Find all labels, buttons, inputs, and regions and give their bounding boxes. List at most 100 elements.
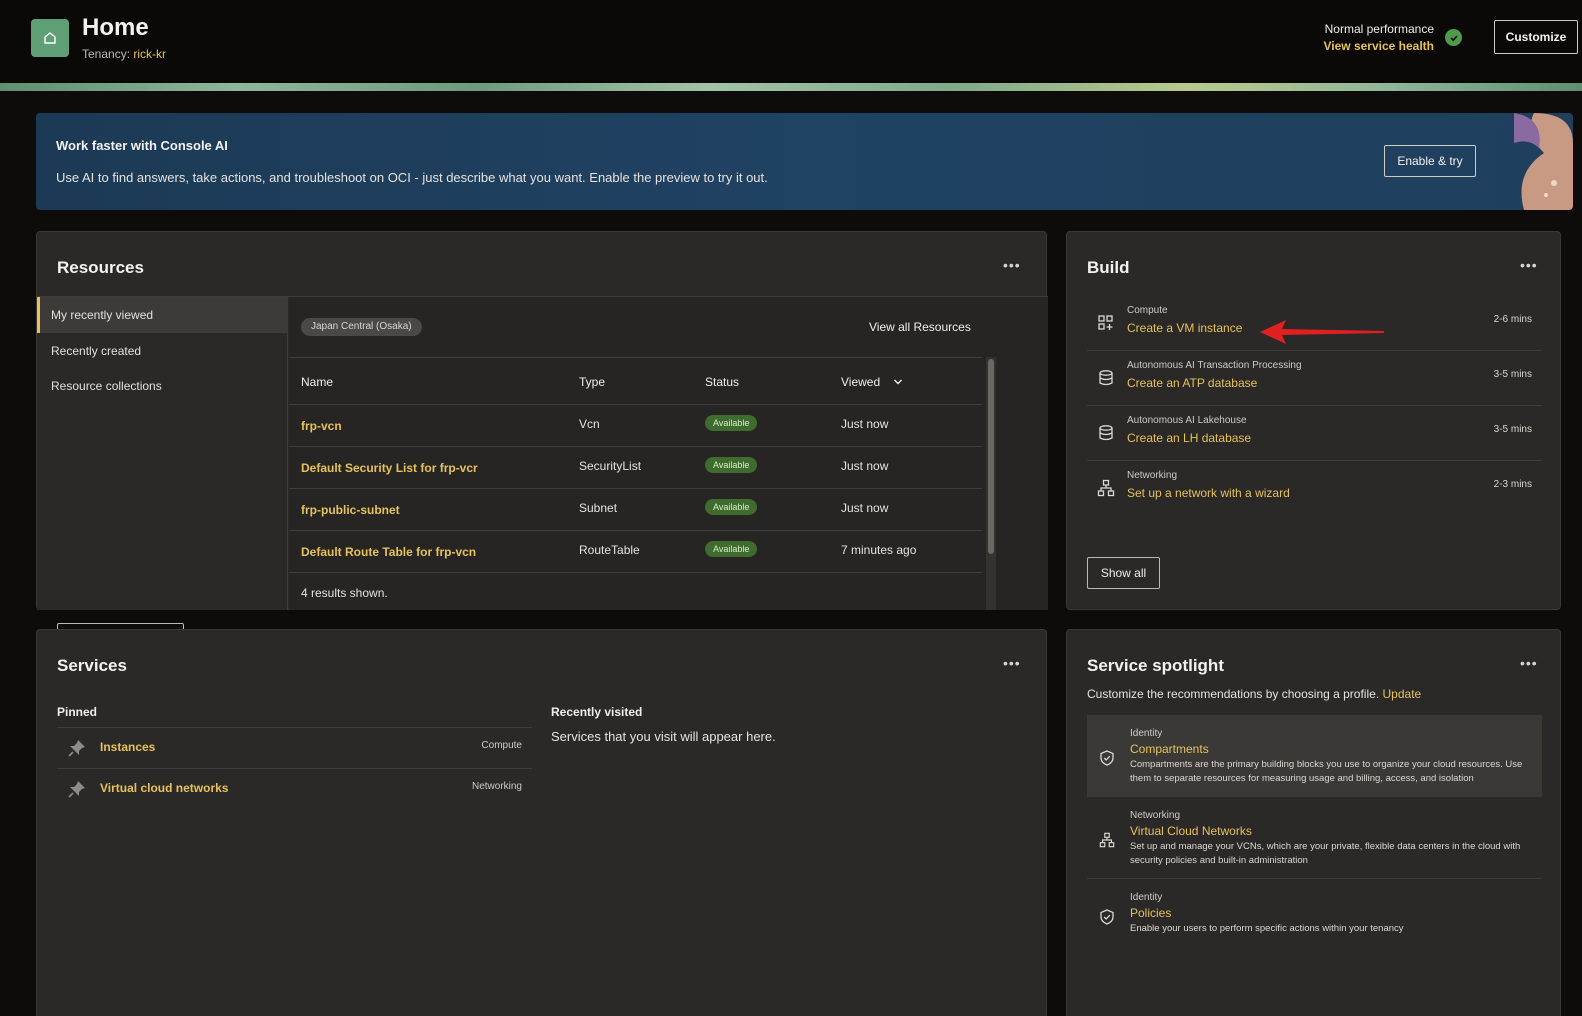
create-atp-link[interactable]: Create an ATP database	[1127, 376, 1257, 390]
more-options-icon[interactable]: •••	[1520, 655, 1538, 671]
customize-button[interactable]: Customize	[1494, 20, 1578, 54]
table-row: frp-public-subnet Subnet Available Just …	[289, 489, 982, 531]
more-options-icon[interactable]: •••	[1003, 257, 1021, 273]
column-type[interactable]: Type	[579, 375, 605, 389]
service-category: Networking	[471, 781, 522, 792]
build-title: Build	[1087, 258, 1130, 277]
enable-try-button[interactable]: Enable & try	[1384, 145, 1476, 177]
spotlight-category: Identity	[1130, 892, 1163, 903]
build-item-lakehouse[interactable]: Autonomous AI Lakehouse Create an LH dat…	[1087, 406, 1542, 461]
resources-title: Resources	[57, 258, 144, 277]
more-options-icon[interactable]: •••	[1520, 257, 1538, 273]
build-category: Autonomous AI Transaction Processing	[1127, 360, 1302, 371]
viewed-time: 7 minutes ago	[841, 543, 917, 557]
pin-icon[interactable]	[68, 739, 86, 757]
recently-visited-label: Recently visited	[551, 705, 643, 719]
scrollbar-thumb[interactable]	[988, 359, 994, 554]
service-name-link[interactable]: Virtual cloud networks	[100, 781, 228, 795]
spotlight-description: Set up and manage your VCNs, which are y…	[1130, 841, 1521, 866]
banner-illustration	[1514, 113, 1573, 210]
tenancy-info: Tenancy: rick-kr	[82, 47, 167, 61]
build-time: 3-5 mins	[1493, 424, 1532, 435]
spotlight-category: Networking	[1130, 810, 1181, 821]
tab-resource-collections[interactable]: Resource collections	[37, 368, 288, 404]
resource-type: SecurityList	[579, 459, 642, 473]
pinned-service-item[interactable]: Instances Compute	[57, 727, 532, 768]
column-status[interactable]: Status	[705, 375, 739, 389]
spotlight-description: Enable your users to perform specific ac…	[1130, 923, 1404, 934]
check-circle-icon	[1445, 29, 1462, 46]
pin-icon[interactable]	[68, 780, 86, 798]
compute-icon	[1098, 315, 1113, 330]
create-lh-link[interactable]: Create an LH database	[1127, 431, 1251, 445]
build-time: 2-3 mins	[1493, 479, 1532, 490]
pinned-service-item[interactable]: Virtual cloud networks Networking	[57, 768, 532, 809]
tab-recently-created[interactable]: Recently created	[37, 333, 288, 369]
resource-name-link[interactable]: frp-public-subnet	[301, 503, 400, 517]
home-icon	[31, 19, 69, 57]
services-card: Services ••• Pinned Instances Compute Vi…	[36, 629, 1047, 1016]
database-icon	[1099, 425, 1113, 441]
spotlight-category: Identity	[1130, 728, 1163, 739]
table-row: Default Security List for frp-vcr Securi…	[289, 447, 982, 489]
column-name[interactable]: Name	[301, 375, 333, 389]
view-service-health-link[interactable]: View service health	[1323, 38, 1434, 55]
network-icon	[1099, 832, 1115, 848]
database-icon	[1099, 370, 1113, 386]
spotlight-subtitle: Customize the recommendations by choosin…	[1087, 687, 1422, 701]
status-badge: Available	[705, 415, 758, 431]
build-category: Networking	[1127, 470, 1178, 481]
resources-tabs: My recently viewed Recently created Reso…	[37, 297, 288, 655]
annotation-arrow-icon	[1260, 320, 1384, 344]
table-row: frp-vcn Vcn Available Just now	[289, 405, 982, 447]
console-ai-banner: Work faster with Console AI Use AI to fi…	[36, 113, 1573, 210]
service-health: Normal performance View service health	[1323, 21, 1434, 55]
service-name-link[interactable]: Instances	[100, 740, 155, 754]
spotlight-description: Compartments are the primary building bl…	[1130, 759, 1523, 784]
resource-type: Subnet	[579, 501, 618, 515]
table-header: Name Type Status Viewed	[289, 357, 982, 405]
chevron-down-icon[interactable]	[893, 377, 903, 387]
spotlight-card: Service spotlight ••• Customize the reco…	[1066, 629, 1561, 1016]
column-viewed[interactable]: Viewed	[841, 375, 880, 389]
policies-link[interactable]: Policies	[1130, 906, 1171, 920]
region-chip[interactable]: Japan Central (Osaka)	[301, 318, 422, 336]
decorative-banner	[0, 83, 1582, 91]
vcn-link[interactable]: Virtual Cloud Networks	[1130, 824, 1252, 838]
shield-icon	[1100, 750, 1114, 766]
show-all-button[interactable]: Show all	[1087, 557, 1160, 589]
build-time: 2-6 mins	[1493, 314, 1532, 325]
tenancy-value: rick-kr	[133, 47, 167, 61]
resource-name-link[interactable]: Default Security List for frp-vcr	[301, 461, 478, 475]
status-badge: Available	[705, 541, 758, 557]
page-title: Home	[82, 14, 149, 41]
services-title: Services	[57, 656, 127, 675]
banner-description: Use AI to find answers, take actions, an…	[56, 170, 768, 185]
resources-table-area: Japan Central (Osaka) View all Resources…	[289, 297, 1048, 610]
banner-title: Work faster with Console AI	[56, 138, 228, 153]
resource-name-link[interactable]: frp-vcn	[301, 419, 342, 433]
spotlight-item-vcn[interactable]: Networking Virtual Cloud Networks Set up…	[1087, 797, 1542, 879]
resource-name-link[interactable]: Default Route Table for frp-vcn	[301, 545, 476, 559]
build-time: 3-5 mins	[1493, 369, 1532, 380]
table-row: Default Route Table for frp-vcn RouteTab…	[289, 531, 982, 573]
spotlight-item-compartments[interactable]: Identity Compartments Compartments are t…	[1087, 715, 1542, 797]
more-options-icon[interactable]: •••	[1003, 655, 1021, 671]
viewed-time: Just now	[841, 417, 889, 431]
build-item-networking[interactable]: Networking Set up a network with a wizar…	[1087, 461, 1542, 516]
pinned-label: Pinned	[57, 705, 98, 719]
create-vm-link[interactable]: Create a VM instance	[1127, 321, 1242, 335]
network-icon	[1097, 479, 1115, 497]
spotlight-title: Service spotlight	[1087, 656, 1224, 675]
update-profile-link[interactable]: Update	[1383, 687, 1422, 701]
compartments-link[interactable]: Compartments	[1130, 742, 1209, 756]
network-wizard-link[interactable]: Set up a network with a wizard	[1127, 486, 1290, 500]
results-count: 4 results shown.	[301, 586, 388, 600]
build-item-atp[interactable]: Autonomous AI Transaction Processing Cre…	[1087, 351, 1542, 406]
spotlight-item-policies[interactable]: Identity Policies Enable your users to p…	[1087, 879, 1542, 949]
status-badge: Available	[705, 499, 758, 515]
status-badge: Available	[705, 457, 758, 473]
build-category: Autonomous AI Lakehouse	[1127, 415, 1247, 426]
view-all-resources-link[interactable]: View all Resources	[869, 320, 971, 334]
tab-my-recently-viewed[interactable]: My recently viewed	[37, 297, 288, 333]
